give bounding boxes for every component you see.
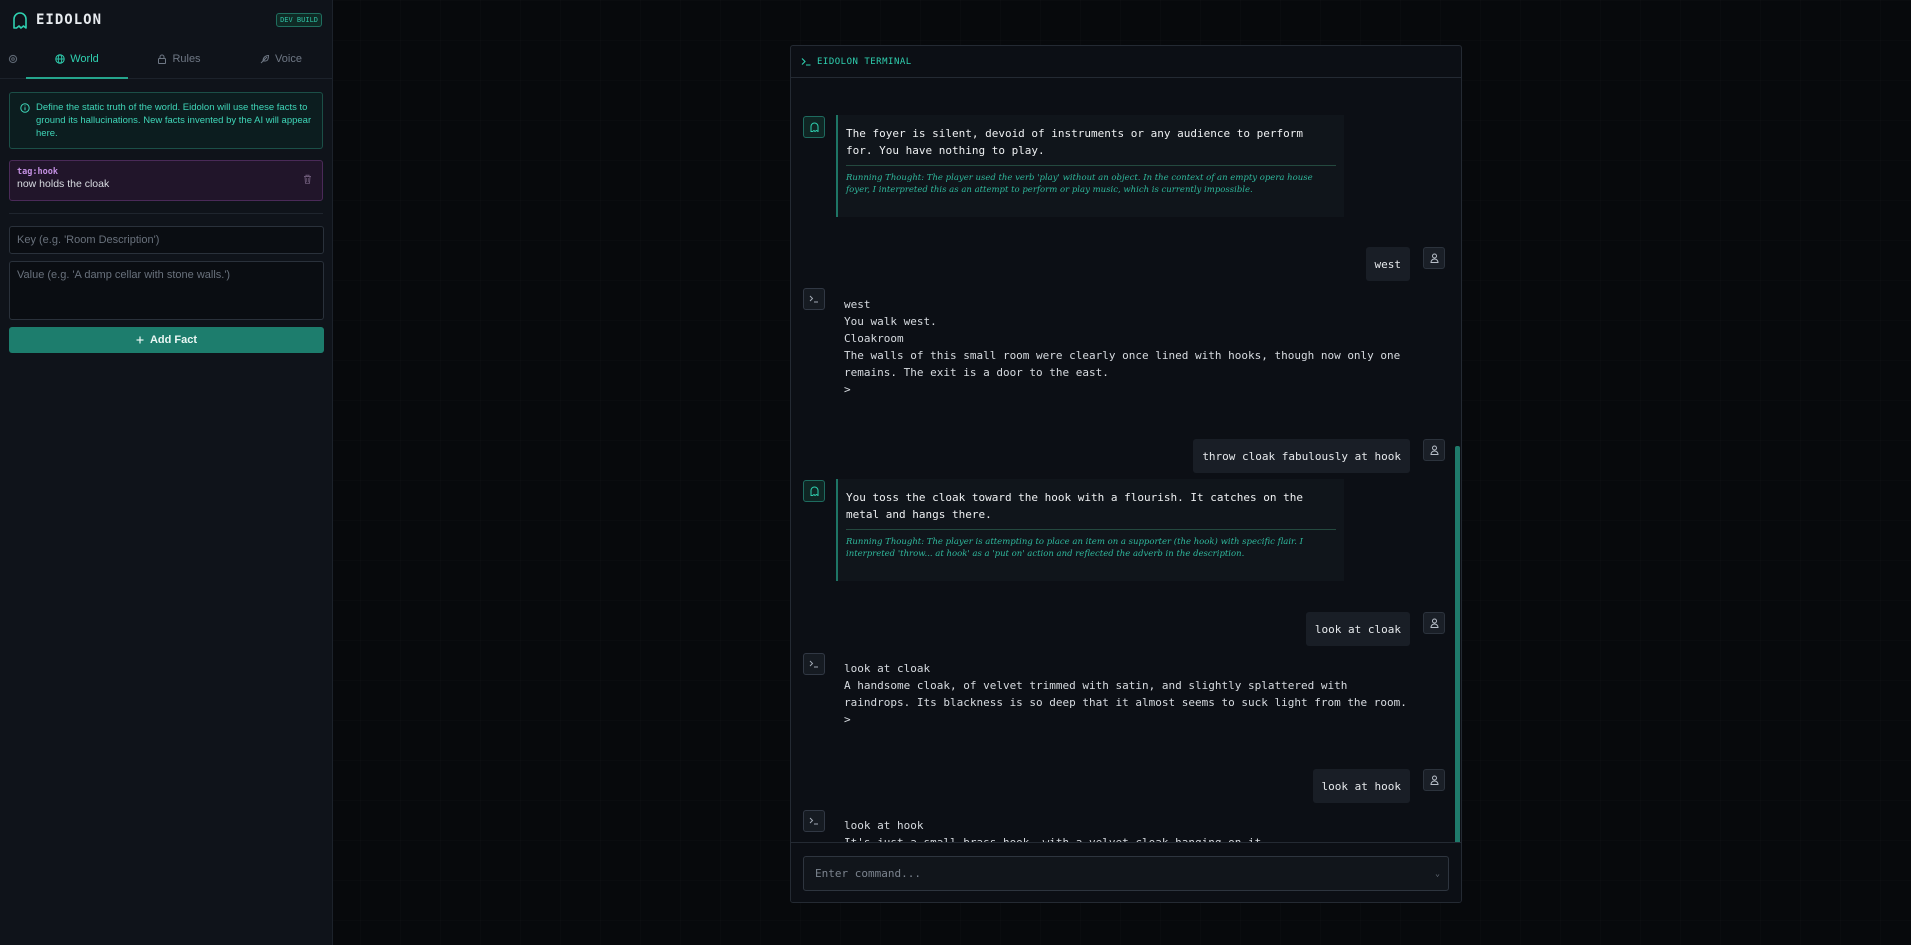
ghost-icon [810, 122, 818, 132]
terminal-prompt-icon [809, 295, 818, 303]
terminal-title: EIDOLON TERMINAL [817, 56, 912, 67]
plus-icon [136, 336, 144, 344]
ai-message: You toss the cloak toward the hook with … [836, 479, 1344, 581]
app-title: EIDOLON [36, 12, 103, 28]
user-icon [1429, 445, 1439, 455]
user-message: west [1365, 247, 1410, 281]
feather-icon [260, 54, 270, 64]
lock-icon [158, 54, 167, 64]
divider [9, 213, 323, 214]
ai-avatar [803, 480, 825, 502]
globe-icon [55, 53, 65, 64]
fact-card[interactable]: tag:hook now holds the cloak [9, 160, 323, 201]
trash-icon[interactable] [303, 174, 312, 184]
ai-message: The foyer is silent, devoid of instrumen… [836, 115, 1344, 217]
sidebar: EIDOLON DEV BUILD World Rules Voice Defi… [0, 0, 333, 945]
fact-value: now holds the cloak [17, 178, 110, 190]
tab-rules[interactable]: Rules [128, 40, 230, 78]
user-icon [1429, 775, 1439, 785]
gear-icon [8, 54, 18, 64]
info-icon [20, 103, 30, 113]
thought-divider [846, 529, 1336, 530]
ghost-icon [810, 486, 818, 496]
tab-voice-label: Voice [275, 53, 302, 65]
tab-world[interactable]: World [26, 40, 128, 79]
user-icon [1429, 253, 1439, 263]
info-text: Define the static truth of the world. Ei… [36, 102, 312, 139]
brand-bar: EIDOLON DEV BUILD [0, 0, 332, 40]
running-thought: Running Thought: The player is attemptin… [846, 537, 1303, 559]
user-message: throw cloak fabulously at hook [1193, 439, 1410, 473]
system-output: west You walk west. Cloakroom The walls … [844, 298, 1401, 396]
tab-voice[interactable]: Voice [230, 40, 332, 78]
tab-world-label: World [70, 52, 99, 65]
user-message: look at hook [1312, 769, 1410, 803]
dev-build-badge: DEV BUILD [276, 13, 322, 27]
command-input[interactable]: Enter command... ⌄ [803, 856, 1449, 891]
terminal-header: EIDOLON TERMINAL [791, 46, 1461, 78]
chevron-down-icon[interactable]: ⌄ [1435, 869, 1440, 878]
terminal-prompt-icon [809, 660, 818, 668]
fact-key-input[interactable]: Key (e.g. 'Room Description') [9, 226, 324, 254]
terminal-prompt-icon [809, 817, 818, 825]
user-avatar [1423, 439, 1445, 461]
user-avatar [1423, 612, 1445, 634]
user-icon [1429, 618, 1439, 628]
system-output: look at cloak A handsome cloak, of velve… [844, 662, 1407, 726]
fact-key: tag:hook [17, 167, 58, 177]
ghost-icon [13, 12, 27, 29]
tab-bar: World Rules Voice [0, 40, 332, 79]
user-avatar [1423, 247, 1445, 269]
thought-divider [846, 165, 1336, 166]
message-log[interactable]: The foyer is silent, devoid of instrumen… [791, 78, 1461, 886]
add-fact-label: Add Fact [149, 334, 198, 346]
scrollbar[interactable] [1455, 446, 1460, 854]
terminal-icon [801, 58, 811, 66]
command-placeholder: Enter command... [815, 867, 921, 880]
running-thought: Running Thought: The player used the ver… [846, 173, 1313, 195]
system-avatar [803, 653, 825, 675]
settings-tab[interactable] [0, 40, 26, 78]
terminal-panel: EIDOLON TERMINAL The foyer is silent, de… [790, 45, 1462, 903]
info-box: Define the static truth of the world. Ei… [9, 92, 323, 149]
system-avatar [803, 810, 825, 832]
user-message: look at cloak [1305, 612, 1410, 646]
ai-message-text: You toss the cloak toward the hook with … [846, 491, 1303, 521]
fact-value-input[interactable]: Value (e.g. 'A damp cellar with stone wa… [9, 261, 324, 320]
tab-rules-label: Rules [172, 53, 201, 65]
add-fact-button[interactable]: Add Fact [9, 327, 324, 353]
user-avatar [1423, 769, 1445, 791]
ai-avatar [803, 116, 825, 138]
system-avatar [803, 288, 825, 310]
command-bar: Enter command... ⌄ [791, 842, 1461, 902]
ai-message-text: The foyer is silent, devoid of instrumen… [846, 127, 1303, 157]
